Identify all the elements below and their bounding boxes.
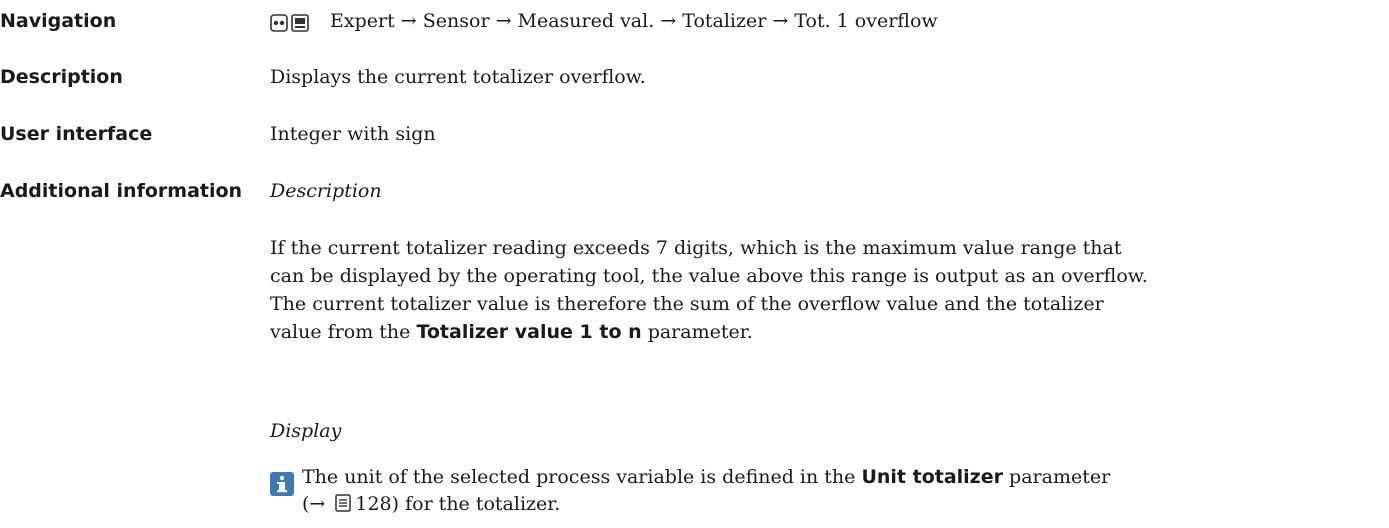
paragraph-line: value from the Totalizer value 1 to n pa…: [270, 318, 1380, 346]
user-interface-label: User interface: [0, 123, 153, 145]
additional-information-label: Additional information: [0, 180, 243, 202]
page-reference-link[interactable]: 128: [355, 493, 391, 515]
description-subheading: Description: [270, 180, 382, 202]
navigation-label: Navigation: [0, 10, 117, 32]
paragraph-text: value from the: [270, 321, 417, 343]
parameter-name-totalizer-value: Totalizer value 1 to n: [416, 321, 642, 343]
note-line: (→ 128) for the totalizer.: [302, 491, 1382, 520]
paragraph-line: If the current totalizer reading exceeds…: [270, 237, 1122, 259]
paragraph-line: The current totalizer value is therefore…: [270, 293, 1104, 315]
navigation-path-row: Expert → Sensor → Measured val. → Totali…: [270, 10, 938, 33]
info-icon: [270, 472, 294, 496]
display-keypad-icon: [270, 11, 310, 33]
description-text: Displays the current totalizer overflow.: [270, 66, 646, 88]
page-reference-icon: [335, 493, 352, 520]
description-label: Description: [0, 66, 123, 88]
navigation-path: Expert → Sensor → Measured val. → Totali…: [330, 10, 938, 32]
note-ref-prefix: (→: [302, 493, 332, 515]
paragraph-line: can be displayed by the operating tool, …: [270, 265, 1148, 287]
additional-information-paragraph: If the current totalizer reading exceeds…: [270, 234, 1380, 346]
user-interface-text: Integer with sign: [270, 123, 436, 145]
parameter-name-unit-totalizer[interactable]: Unit totalizer: [861, 466, 1003, 488]
display-subheading: Display: [270, 420, 342, 442]
note-text: parameter: [1003, 466, 1111, 488]
paragraph-text: parameter.: [641, 321, 753, 343]
note-text: ) for the totalizer.: [391, 493, 561, 515]
note-line: The unit of the selected process variabl…: [302, 464, 1382, 491]
note-text: The unit of the selected process variabl…: [302, 466, 862, 488]
unit-note: The unit of the selected process variabl…: [302, 464, 1382, 520]
